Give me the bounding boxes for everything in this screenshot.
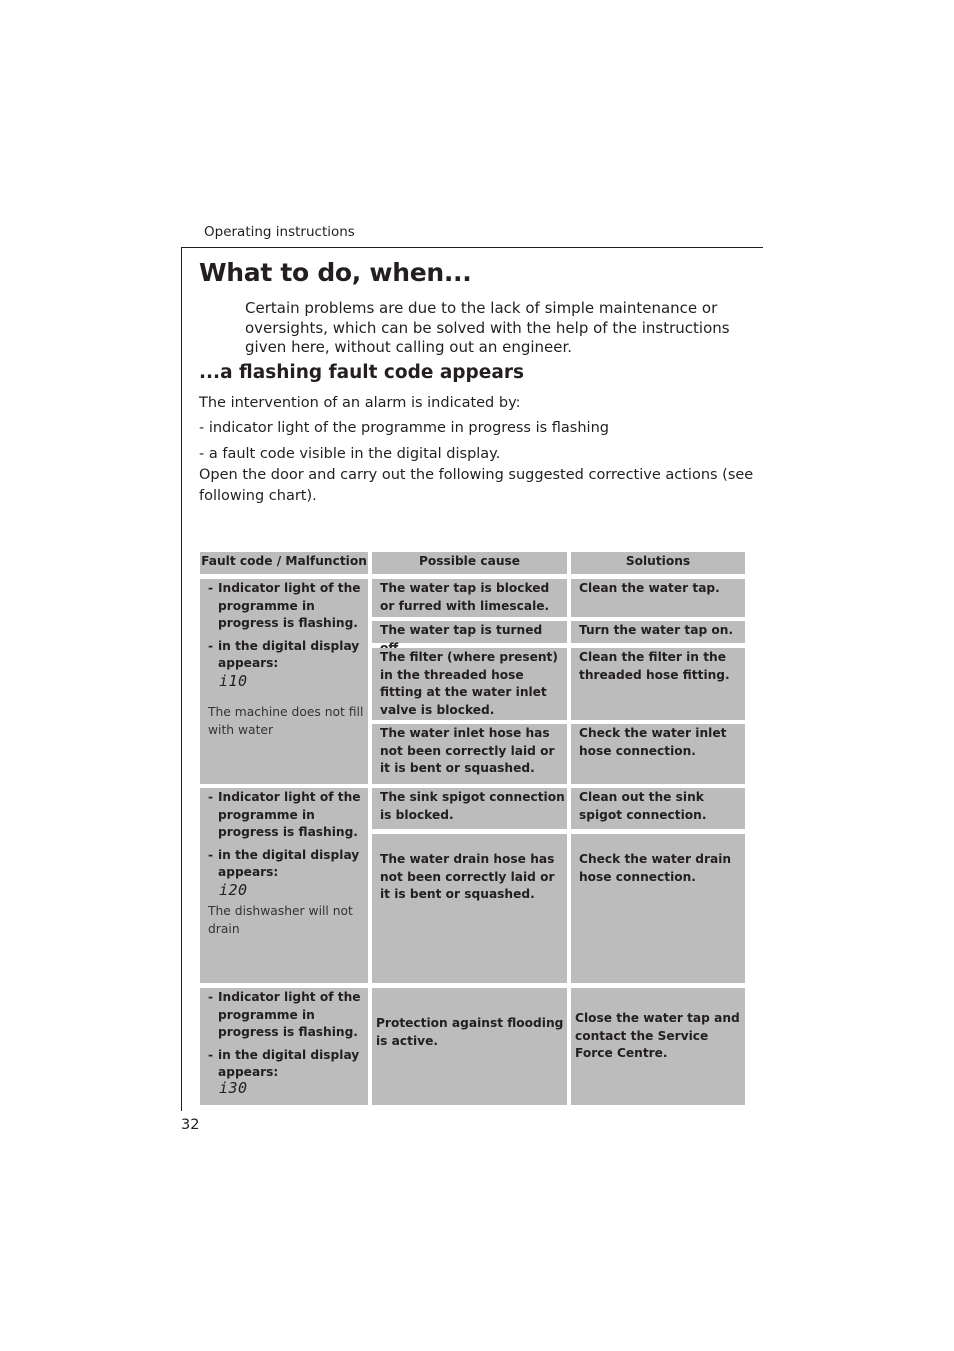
solution-cell: Clean the filter in the threaded hose fi…	[571, 648, 745, 720]
cause-cell: The sink spigot connection is blocked.	[372, 788, 567, 829]
cause-cell: The water drain hose has not been correc…	[372, 834, 567, 983]
fault-cell-i30: Indicator light of the programme in prog…	[200, 988, 368, 1105]
fault-item: in the digital display appears:	[208, 1047, 364, 1082]
cause-cell: Protection against flooding is active.	[372, 988, 567, 1105]
header-solutions: Solutions	[571, 552, 745, 574]
cause-cell: The water inlet hose has not been correc…	[372, 724, 567, 784]
header-rule	[181, 247, 763, 248]
solution-cell: Close the water tap and contact the Serv…	[571, 988, 745, 1105]
fault-item: Indicator light of the programme in prog…	[208, 989, 364, 1042]
header-fault-code: Fault code / Malfunction	[200, 552, 368, 574]
cause-cell: The water tap is turned off.	[372, 621, 567, 655]
fault-code-display: i10	[219, 671, 248, 690]
solution-cell: Turn the water tap on.	[571, 621, 745, 643]
fault-item: Indicator light of the programme in prog…	[208, 580, 364, 633]
solution-cell: Clean the water tap.	[571, 579, 745, 617]
solution-cell: Clean out the sink spigot connection.	[571, 788, 745, 829]
fault-code-display: i20	[219, 880, 248, 899]
corrective-action-line: Open the door and carry out the followin…	[199, 467, 754, 504]
cause-cell: The filter (where present) in the thread…	[372, 648, 567, 720]
fault-cell-i10: Indicator light of the programme in prog…	[200, 579, 368, 784]
page-number: 32	[181, 1117, 200, 1133]
alarm-indicator-line: - indicator light of the programme in pr…	[199, 420, 609, 436]
fault-note: The machine does not fill with water	[208, 705, 364, 737]
fault-note: The dishwasher will not drain	[208, 904, 353, 936]
fault-item: in the digital display appears:	[208, 847, 364, 882]
intro-paragraph: Certain problems are due to the lack of …	[245, 299, 730, 356]
fault-cell-i20: Indicator light of the programme in prog…	[200, 788, 368, 983]
header-possible-cause: Possible cause	[372, 552, 567, 574]
fault-code-display: i30	[219, 1078, 248, 1097]
alarm-code-line: - a fault code visible in the digital di…	[199, 446, 501, 462]
solution-cell: Check the water inlet hose connection.	[571, 724, 745, 784]
section-title: ...a flashing fault code appears	[199, 362, 524, 383]
solution-cell: Check the water drain hose connection.	[571, 834, 745, 983]
alarm-intro-line: The intervention of an alarm is indicate…	[199, 395, 521, 411]
cause-cell: The water tap is blocked or furred with …	[372, 579, 567, 617]
fault-item: in the digital display appears:	[208, 638, 364, 673]
fault-item: Indicator light of the programme in prog…	[208, 789, 364, 842]
margin-rule	[181, 247, 182, 1111]
page-title: What to do, when...	[199, 258, 472, 287]
running-head: Operating instructions	[204, 224, 355, 240]
